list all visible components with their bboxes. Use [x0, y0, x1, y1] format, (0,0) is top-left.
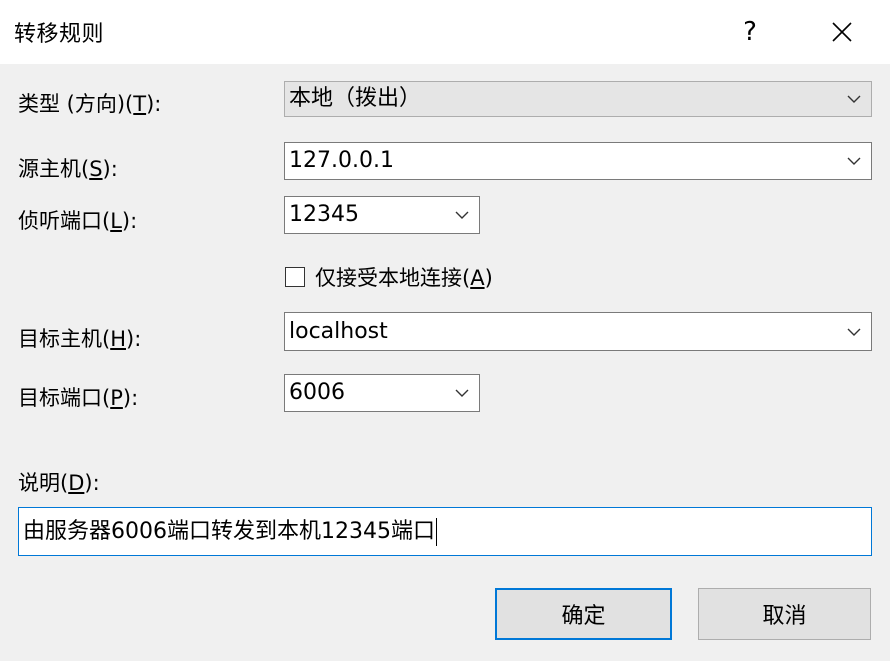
cancel-button[interactable]: 取消 — [698, 588, 871, 640]
ok-button[interactable]: 确定 — [495, 588, 672, 640]
listen-port-combo[interactable]: 12345 — [284, 196, 480, 234]
description-label: 说明(D): — [18, 471, 100, 495]
chevron-down-icon[interactable] — [847, 327, 861, 337]
target-host-value: localhost — [289, 319, 388, 344]
type-select[interactable]: 本地（拨出） — [284, 81, 872, 117]
dialog-title: 转移规则 — [14, 22, 105, 47]
type-select-value: 本地（拨出） — [289, 86, 422, 111]
target-host-combo[interactable]: localhost — [284, 312, 872, 351]
source-host-value: 127.0.0.1 — [289, 148, 394, 173]
source-host-combo[interactable]: 127.0.0.1 — [284, 142, 872, 180]
close-button[interactable] — [818, 10, 866, 54]
local-only-option[interactable]: 仅接受本地连接(A) — [285, 262, 493, 292]
description-input[interactable]: 由服务器6006端口转发到本机12345端口 — [18, 507, 872, 556]
target-host-label: 目标主机(H): — [18, 327, 142, 351]
listen-port-value: 12345 — [289, 202, 359, 227]
type-label: 类型 (方向)(T): — [18, 92, 162, 116]
chevron-down-icon[interactable] — [847, 156, 861, 166]
chevron-down-icon — [847, 94, 861, 104]
target-port-label: 目标端口(P): — [18, 386, 139, 410]
description-value: 由服务器6006端口转发到本机12345端口 — [23, 519, 435, 544]
help-button[interactable]: ? — [726, 10, 774, 54]
close-icon — [832, 22, 852, 42]
target-port-combo[interactable]: 6006 — [284, 374, 480, 412]
text-caret — [435, 518, 437, 546]
title-bar: 转移规则 ? — [0, 0, 890, 64]
local-only-label: 仅接受本地连接(A) — [315, 266, 493, 290]
chevron-down-icon[interactable] — [455, 388, 469, 398]
chevron-down-icon[interactable] — [455, 210, 469, 220]
local-only-checkbox[interactable] — [285, 267, 305, 287]
source-host-label: 源主机(S): — [18, 157, 118, 181]
help-icon: ? — [743, 17, 757, 47]
listen-port-label: 侦听端口(L): — [18, 209, 138, 233]
target-port-value: 6006 — [289, 380, 345, 405]
